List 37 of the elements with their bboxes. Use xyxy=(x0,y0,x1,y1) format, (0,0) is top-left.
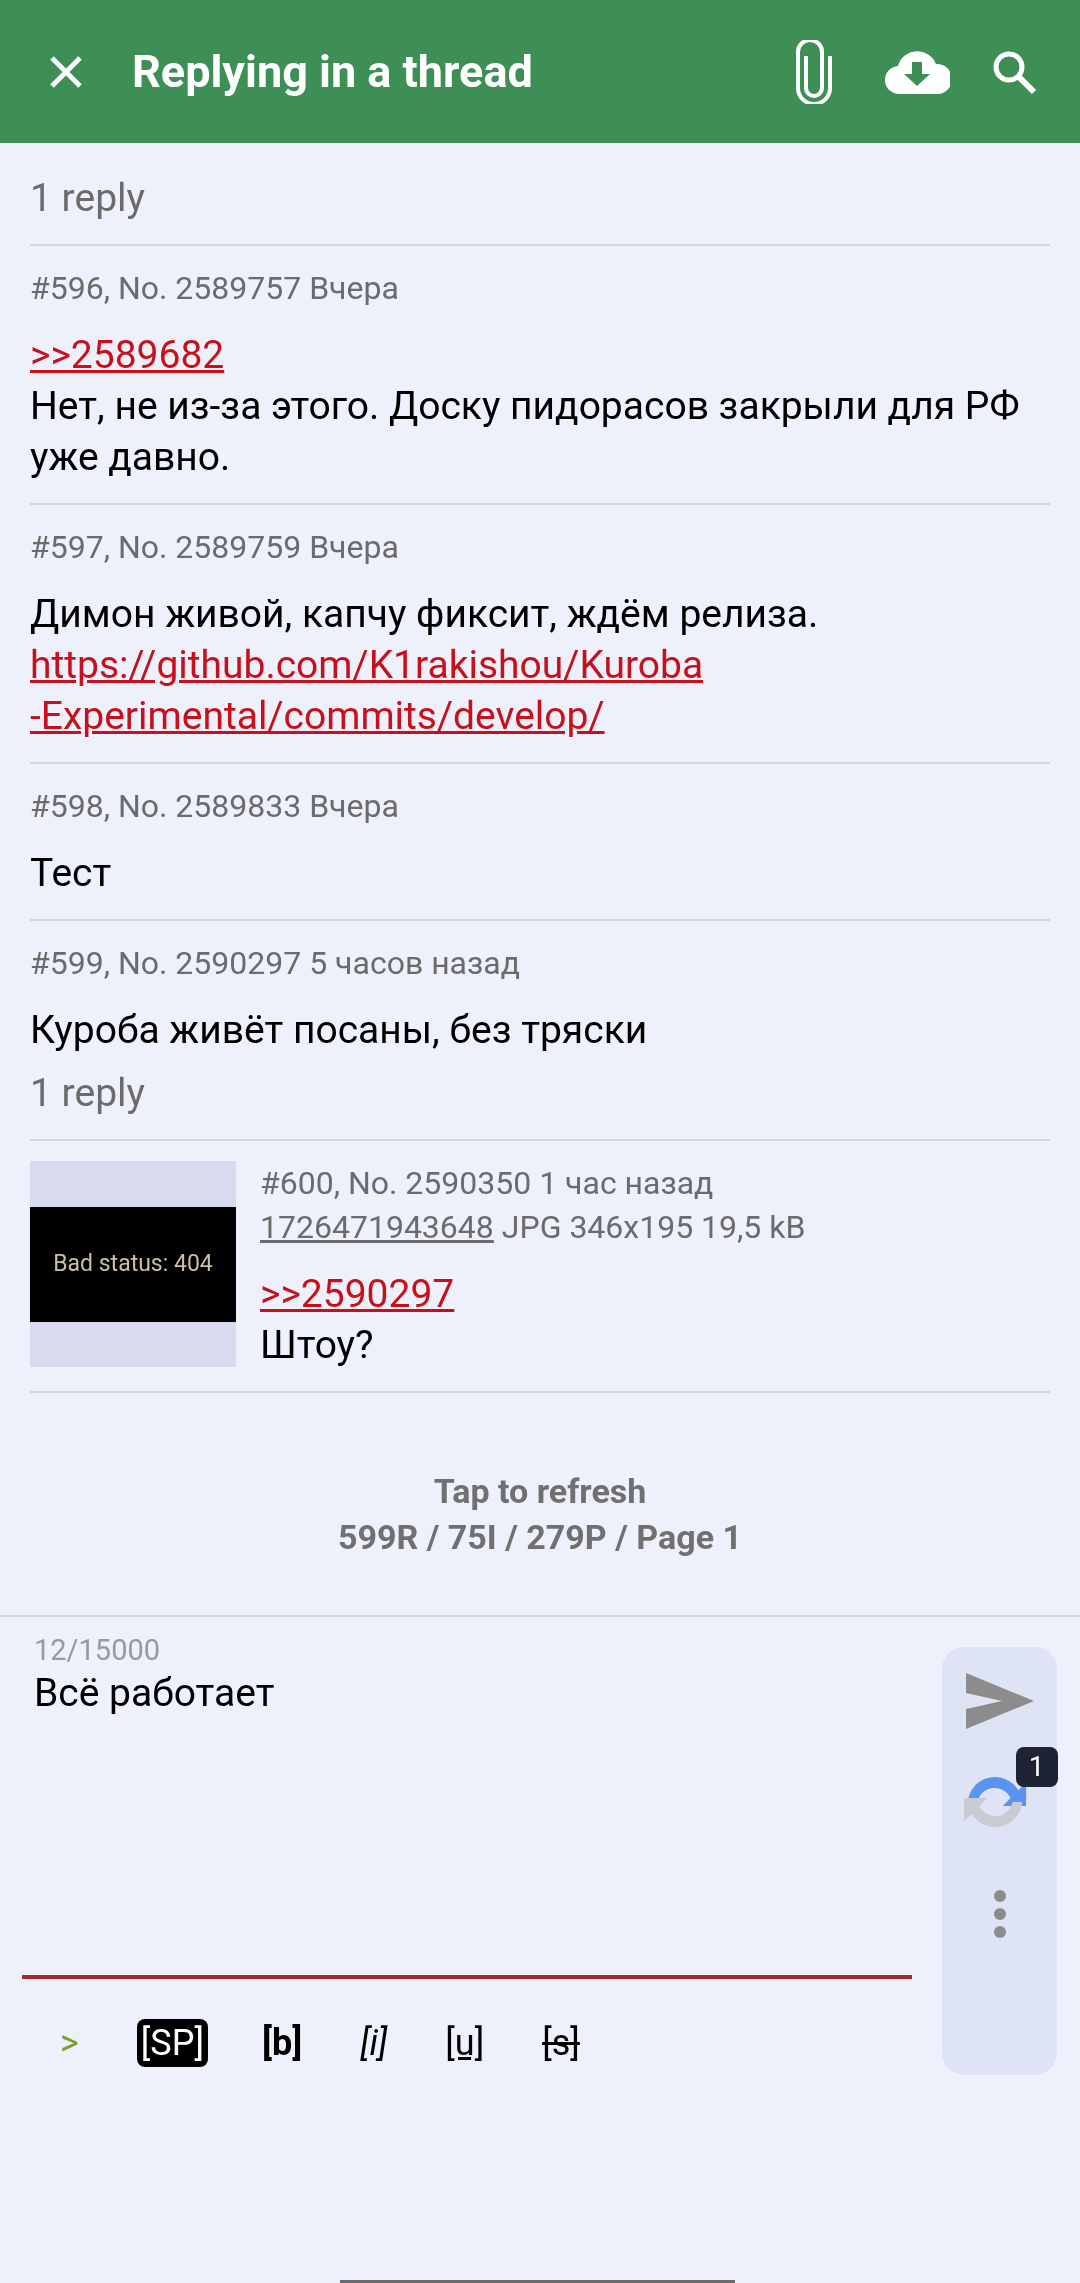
cloud-download-icon[interactable] xyxy=(884,49,950,94)
format-button[interactable]: [SP] xyxy=(136,2019,208,2067)
captcha-badge: 1 xyxy=(1015,1747,1058,1787)
post-link[interactable]: https://github.com/K1rakishou/Kuroba xyxy=(30,640,1050,691)
post-text: Нет, не из-за этого. Доску пидорасов закрыли для РФ уже давно. xyxy=(30,382,1021,482)
post-link[interactable]: -Experimental/commits/develop/ xyxy=(30,691,1050,742)
window-title: Replying in a thread xyxy=(132,43,534,100)
post-meta: #600, No. 2590350 1 час назад xyxy=(260,1163,715,1204)
file-name-link[interactable]: 1726471943648 xyxy=(260,1205,494,1249)
reply-input-field[interactable]: 12/15000 Всё работает xyxy=(22,1617,912,1979)
more-options-icon[interactable] xyxy=(992,1889,1007,1939)
reply-text: Всё работает xyxy=(34,1669,276,1718)
post-text: Димон живой, капчу фиксит, ждём релиза. xyxy=(30,590,820,639)
post-text: Куроба живёт посаны, без тряски xyxy=(30,1006,649,1055)
format-button[interactable]: [u] xyxy=(441,2019,489,2067)
character-counter: 12/15000 xyxy=(34,1633,162,1667)
reply-count[interactable]: 1 reply xyxy=(30,1068,1050,1119)
post-meta: #599, No. 2590297 5 часов назад xyxy=(30,943,521,984)
format-button[interactable]: [s] xyxy=(538,2019,584,2067)
quote-link[interactable]: >>2589682 xyxy=(30,330,225,381)
paperclip-icon[interactable] xyxy=(794,39,834,104)
post-meta: #598, No. 2589833 Вчера xyxy=(30,786,400,827)
quote-link[interactable]: >>2590297 xyxy=(260,1269,455,1320)
format-button[interactable]: [i] xyxy=(356,2019,392,2067)
thumbnail[interactable]: Bad status: 404 xyxy=(30,1161,236,1367)
post-meta: #596, No. 2589757 Вчера xyxy=(30,268,400,309)
post-text: Штоу? xyxy=(260,1321,375,1370)
reply-count[interactable]: 1 reply xyxy=(0,173,1080,244)
file-info: JPG 346x195 19,5 kB xyxy=(501,1207,806,1248)
send-icon[interactable] xyxy=(965,1673,1034,1729)
format-button[interactable]: [b] xyxy=(258,2019,307,2067)
post-meta: #597, No. 2589759 Вчера xyxy=(30,527,400,568)
format-button[interactable]: > xyxy=(52,2019,87,2067)
post-text: Тест xyxy=(30,849,113,898)
thread-stats: 599R / 75I / 279P / Page 1 xyxy=(338,1516,742,1559)
thumbnail-error-text: Bad status: 404 xyxy=(53,1248,213,1279)
refresh-hint[interactable]: Tap to refresh xyxy=(433,1468,647,1514)
